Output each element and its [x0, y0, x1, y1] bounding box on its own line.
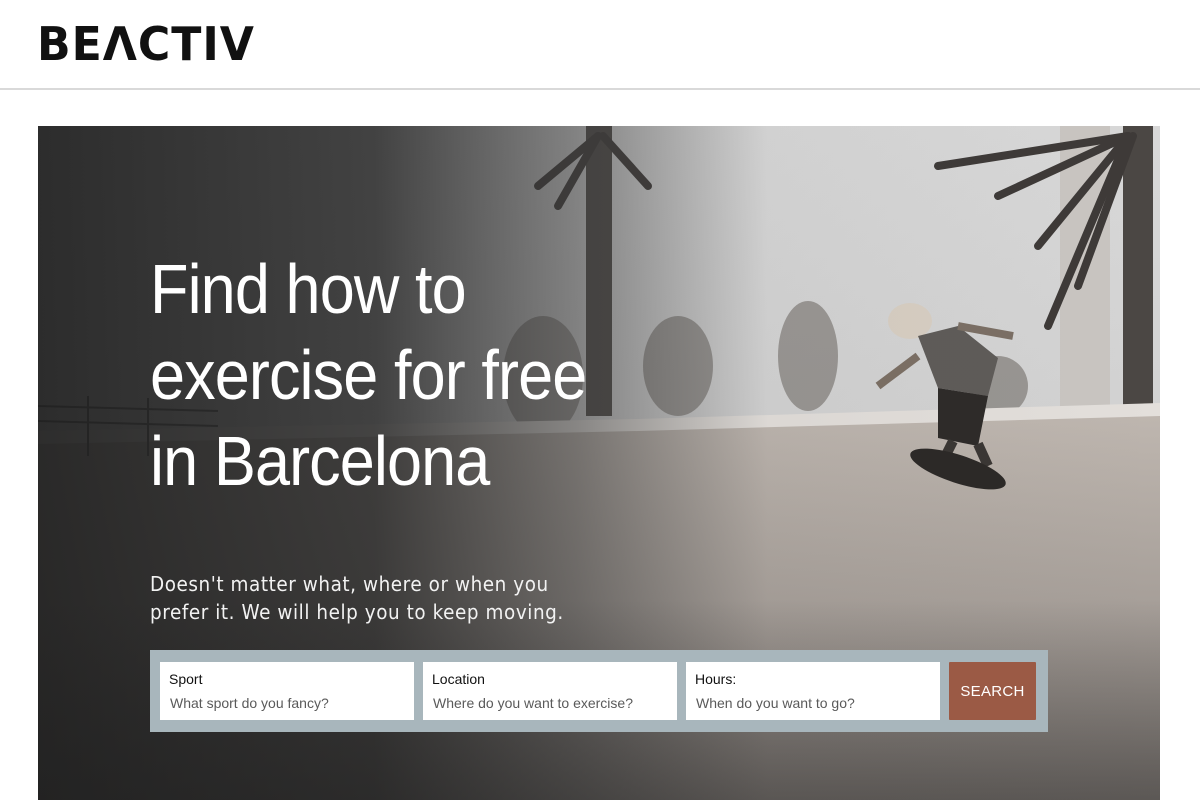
- location-field[interactable]: Location: [423, 662, 677, 720]
- hours-label: Hours:: [695, 671, 737, 687]
- sport-label: Sport: [169, 671, 203, 687]
- brand-logo[interactable]: BEΛCTIV: [37, 18, 255, 70]
- search-button[interactable]: SEARCH: [949, 662, 1036, 720]
- hero-banner: Find how to exercise for free in Barcelo…: [38, 126, 1160, 800]
- hero-headline: Find how to exercise for free in Barcelo…: [150, 250, 587, 500]
- hero-subtitle: Doesn't matter what, where or when you p…: [150, 572, 564, 624]
- location-input[interactable]: [433, 692, 669, 714]
- location-label: Location: [432, 671, 485, 687]
- hours-field[interactable]: Hours:: [686, 662, 940, 720]
- top-header: BEΛCTIV: [0, 0, 1200, 90]
- sport-field[interactable]: Sport: [160, 662, 414, 720]
- search-bar: Sport Location Hours: SEARCH: [150, 650, 1048, 732]
- hours-input[interactable]: [696, 692, 932, 714]
- sport-input[interactable]: [170, 692, 406, 714]
